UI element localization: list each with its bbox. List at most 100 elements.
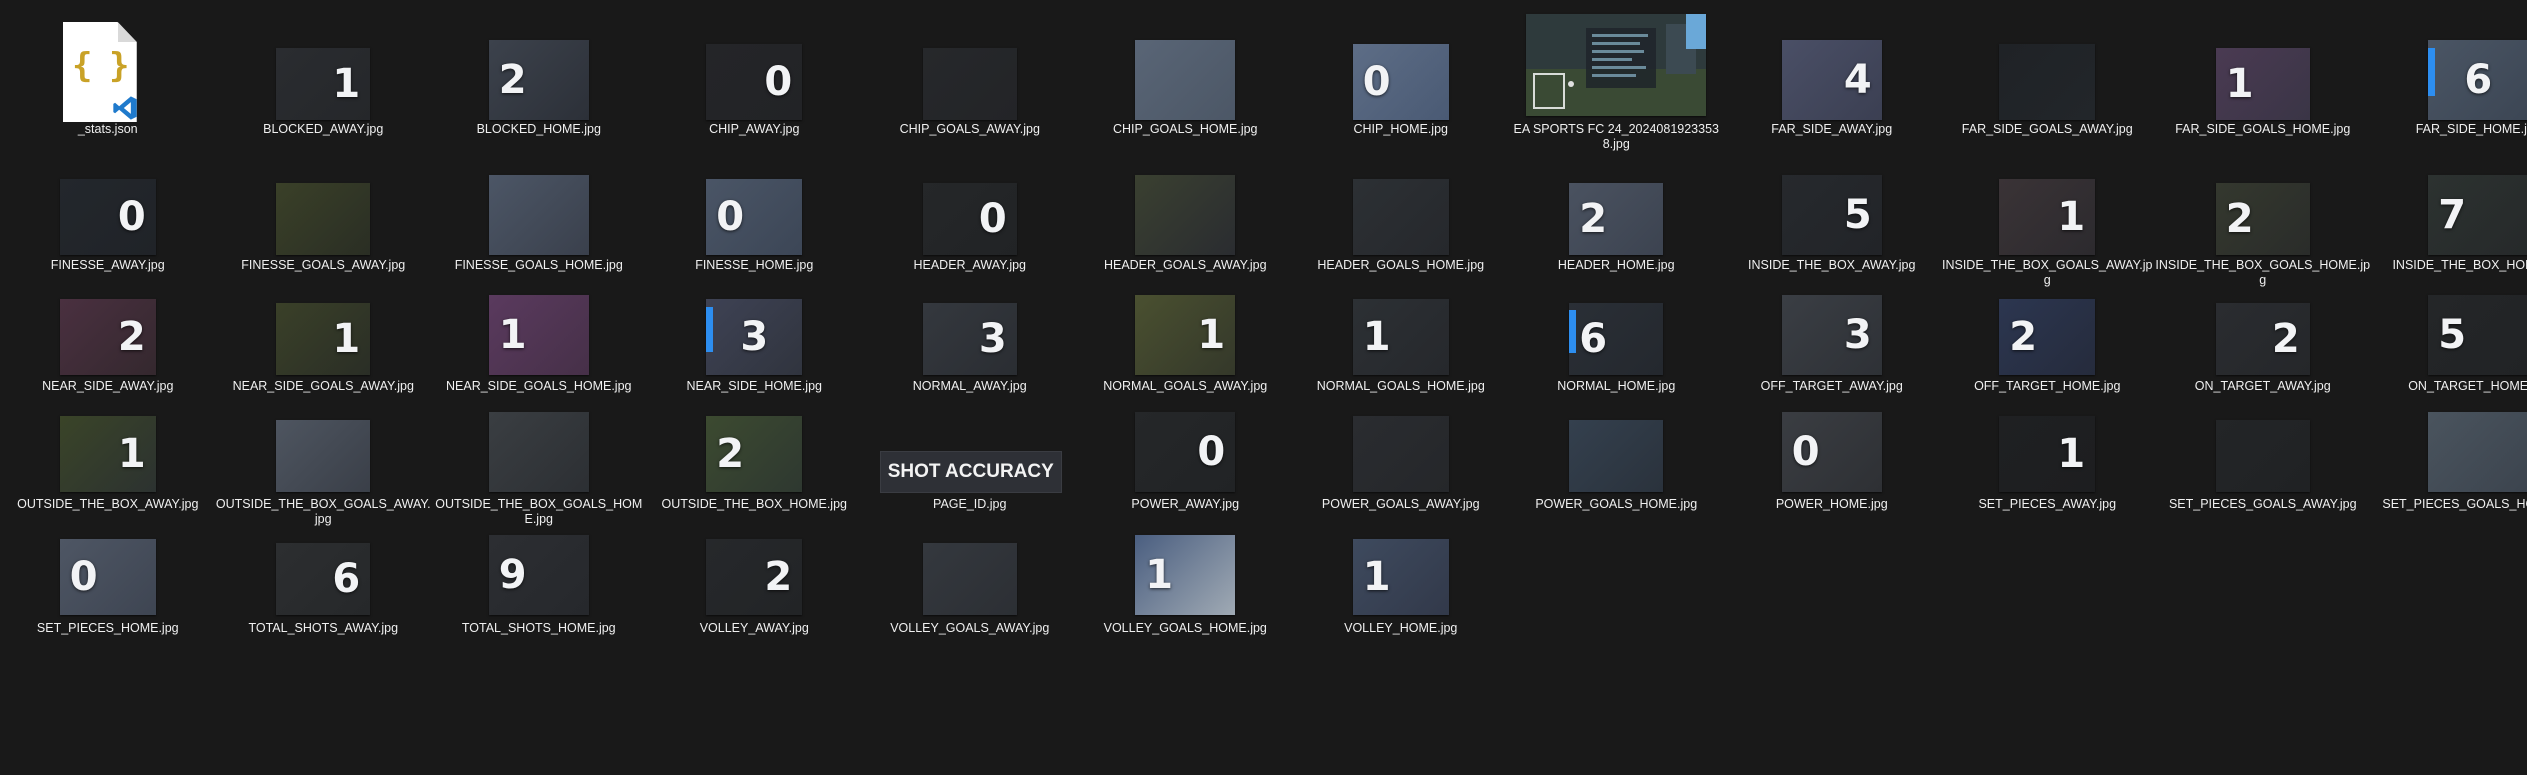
image-thumbnail: 6 <box>2428 40 2527 120</box>
file-name: FINESSE_HOME.jpg <box>695 258 814 272</box>
image-thumbnail <box>276 183 371 255</box>
file-name: OUTSIDE_THE_BOX_GOALS_HOME.jpg <box>435 497 643 526</box>
file-name: FAR_SIDE_GOALS_AWAY.jpg <box>1961 122 2133 136</box>
image-thumbnail: 0 <box>922 183 1017 255</box>
stat-value: 5 <box>2438 312 2467 358</box>
image-thumbnail: 3 <box>922 303 1017 375</box>
stat-value: 0 <box>1197 429 1226 475</box>
image-thumbnail <box>922 543 1017 615</box>
stat-value: 4 <box>1843 57 1872 103</box>
page-id-label: SHOT ACCURACY <box>887 461 1054 482</box>
accent-bar <box>2428 48 2436 96</box>
file-name: HEADER_GOALS_AWAY.jpg <box>1103 258 1267 272</box>
file-name: SET_PIECES_AWAY.jpg <box>1978 497 2117 511</box>
file-name: HEADER_GOALS_HOME.jpg <box>1317 258 1485 272</box>
stat-value: 2 <box>117 314 146 360</box>
image-thumbnail: 2 <box>706 539 803 615</box>
stat-value: 1 <box>1197 312 1226 358</box>
file-name: ON_TARGET_HOME.jpg <box>2408 379 2527 393</box>
stat-value: 9 <box>498 552 527 598</box>
stat-value: 6 <box>2464 57 2493 103</box>
file-name: NEAR_SIDE_GOALS_AWAY.jpg <box>232 379 414 393</box>
stat-value: 0 <box>1791 429 1820 475</box>
file-name: CHIP_AWAY.jpg <box>709 122 800 136</box>
stat-value: 0 <box>764 59 793 105</box>
image-thumbnail: 0 <box>59 539 156 615</box>
file-name: FAR_SIDE_GOALS_HOME.jpg <box>2175 122 2351 136</box>
file-name: INSIDE_THE_BOX_GOALS_AWAY.jpg <box>1942 258 2153 287</box>
image-thumbnail: 0 <box>1352 44 1449 120</box>
file-name: OFF_TARGET_HOME.jpg <box>1974 379 2121 393</box>
image-thumbnail <box>2428 412 2527 492</box>
image-thumbnail: 0 <box>1781 412 1882 492</box>
image-thumbnail <box>1352 179 1449 255</box>
stat-value: 2 <box>2009 314 2038 360</box>
file-name: ON_TARGET_AWAY.jpg <box>2194 379 2331 393</box>
file-name: BLOCKED_AWAY.jpg <box>263 122 384 136</box>
stat-value: 2 <box>1579 196 1608 242</box>
file-name: CHIP_HOME.jpg <box>1353 122 1448 136</box>
file-name: HEADER_HOME.jpg <box>1557 258 1675 272</box>
file-name: OUTSIDE_THE_BOX_HOME.jpg <box>661 497 847 511</box>
image-thumbnail: 1 <box>488 295 589 375</box>
image-thumbnail: 1 <box>1999 416 2096 492</box>
image-thumbnail: 3 <box>706 299 803 375</box>
image-thumbnail: 2 <box>1569 183 1664 255</box>
image-thumbnail: 2 <box>488 40 589 120</box>
stat-value: 3 <box>1843 312 1872 358</box>
image-thumbnail: 0 <box>59 179 156 255</box>
stat-value: 0 <box>117 194 146 240</box>
image-thumbnail: 2 <box>59 299 156 375</box>
file-name: NORMAL_GOALS_HOME.jpg <box>1316 379 1485 393</box>
stat-value: 2 <box>716 431 745 477</box>
image-thumbnail: 1 <box>59 416 156 492</box>
file-name: POWER_GOALS_AWAY.jpg <box>1321 497 1480 511</box>
stat-value: 5 <box>1843 192 1872 238</box>
image-thumbnail <box>2215 420 2310 492</box>
page-id-thumbnail: SHOT ACCURACY <box>879 451 1062 493</box>
json-file-icon: { } <box>62 22 137 122</box>
stat-value: 3 <box>740 314 769 360</box>
image-thumbnail: 6 <box>1569 303 1664 375</box>
file-name: NORMAL_GOALS_AWAY.jpg <box>1103 379 1268 393</box>
image-thumbnail <box>488 412 589 492</box>
image-thumbnail: 6 <box>276 543 371 615</box>
image-thumbnail <box>1135 40 1236 120</box>
stat-value: 1 <box>117 431 146 477</box>
stat-value: 0 <box>978 196 1007 242</box>
file-grid: { } _stats.json 1 BLOCKED_AWAY.jpg 2 BLOCKED_… <box>0 0 2527 775</box>
image-thumbnail: 4 <box>1781 40 1882 120</box>
stat-value: 3 <box>978 316 1007 362</box>
image-thumbnail: 1 <box>2215 48 2310 120</box>
accent-bar <box>706 306 714 353</box>
file-name: NORMAL_AWAY.jpg <box>912 379 1027 393</box>
file-name: NEAR_SIDE_AWAY.jpg <box>42 379 174 393</box>
file-name: BLOCKED_HOME.jpg <box>476 122 601 136</box>
file-name: OUTSIDE_THE_BOX_AWAY.jpg <box>17 497 199 511</box>
stat-value: 1 <box>332 61 361 107</box>
image-thumbnail: 0 <box>1135 412 1236 492</box>
screenshot-thumbnail <box>1526 14 1707 116</box>
stat-value: 0 <box>1362 59 1391 105</box>
file-name: FAR_SIDE_HOME.jpg <box>2415 122 2527 136</box>
file-name: TOTAL_SHOTS_HOME.jpg <box>461 621 616 635</box>
file-name: VOLLEY_HOME.jpg <box>1344 621 1458 635</box>
stat-value: 2 <box>2225 196 2254 242</box>
file-name: SET_PIECES_HOME.jpg <box>36 621 179 635</box>
stat-value: 6 <box>332 556 361 602</box>
file-name: OUTSIDE_THE_BOX_GOALS_AWAY.jpg <box>215 497 431 526</box>
file-name: HEADER_AWAY.jpg <box>913 258 1027 272</box>
file-name: INSIDE_THE_BOX_HOME.jpg <box>2392 258 2527 272</box>
file-name: POWER_GOALS_HOME.jpg <box>1535 497 1698 511</box>
file-name: EA SPORTS FC 24_20240819233538.jpg <box>1513 122 1719 151</box>
image-thumbnail: 1 <box>1135 535 1236 615</box>
file-name: SET_PIECES_GOALS_AWAY.jpg <box>2168 497 2357 511</box>
file-name: PAGE_ID.jpg <box>933 497 1007 511</box>
image-thumbnail: 2 <box>706 416 803 492</box>
file-name: NORMAL_HOME.jpg <box>1557 379 1676 393</box>
image-thumbnail: 0 <box>706 44 803 120</box>
file-name: FINESSE_AWAY.jpg <box>50 258 165 272</box>
image-thumbnail: 3 <box>1781 295 1882 375</box>
image-thumbnail: 1 <box>276 48 371 120</box>
stat-value: 1 <box>1362 554 1391 600</box>
